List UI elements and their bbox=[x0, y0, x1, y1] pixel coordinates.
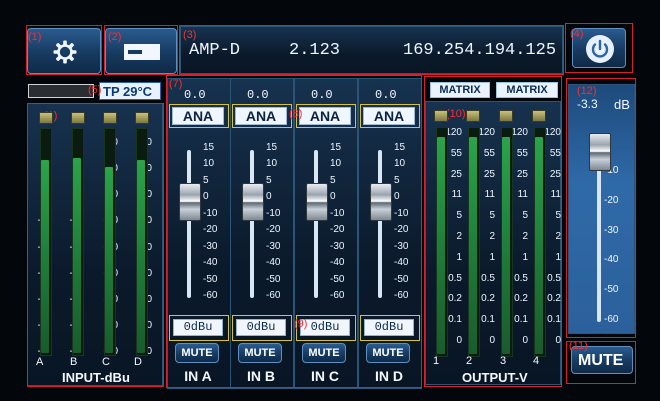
marker-9: (9) bbox=[294, 318, 308, 330]
master-scale-label: -60 bbox=[604, 314, 619, 325]
mixer-marker bbox=[166, 75, 422, 388]
output-title: OUTPUT-V bbox=[462, 370, 528, 385]
marker-10: (10) bbox=[446, 108, 466, 120]
master-scale-label: -30 bbox=[604, 224, 619, 236]
input-title: INPUT-dBu bbox=[62, 370, 130, 385]
master-scale-label: -50 bbox=[604, 284, 619, 296]
marker-1: (1) bbox=[28, 31, 42, 43]
marker-3: (3) bbox=[183, 29, 197, 41]
marker-11: (11) bbox=[569, 340, 588, 352]
output-meter-bar bbox=[469, 137, 477, 354]
input-channel-letter: B bbox=[70, 356, 78, 368]
input-channel-letter: C bbox=[102, 356, 110, 368]
input-meter-bar bbox=[137, 160, 145, 353]
marker-4: (4) bbox=[570, 28, 584, 40]
temperature-label: TP 29°C bbox=[103, 84, 153, 99]
input-clip-led bbox=[103, 112, 117, 124]
output-clip-led bbox=[499, 110, 513, 122]
temp-status-bar bbox=[28, 84, 94, 98]
output-meter-bar bbox=[437, 137, 445, 354]
device-info-marker bbox=[179, 25, 564, 75]
output-meter-bar bbox=[502, 137, 510, 354]
output-meter-bar bbox=[535, 137, 543, 354]
input-meter-bar bbox=[41, 160, 49, 353]
output-clip-led bbox=[532, 110, 546, 122]
input-channel-letter: D bbox=[134, 356, 142, 368]
input-clip-led bbox=[71, 112, 85, 124]
marker-7: (7) bbox=[169, 78, 183, 90]
output-channel-number: 1 bbox=[433, 355, 440, 367]
master-scale-label: -40 bbox=[604, 254, 619, 266]
output-clip-led bbox=[466, 110, 480, 122]
master-marker bbox=[566, 78, 636, 338]
input-clip-led bbox=[39, 112, 53, 124]
input-meter-bar bbox=[105, 167, 113, 353]
output-channel-number: 3 bbox=[500, 355, 507, 367]
master-unit: dB bbox=[614, 97, 630, 112]
input-channel-letter: A bbox=[36, 356, 44, 368]
input-clip-led bbox=[135, 112, 149, 124]
marker-8: (8) bbox=[289, 108, 303, 120]
master-value: -3.3 bbox=[577, 97, 598, 111]
output-clip-led bbox=[434, 110, 448, 122]
master-scale-label: -20 bbox=[604, 194, 619, 206]
marker-2: (2) bbox=[108, 31, 122, 43]
marker-12: (12) bbox=[577, 85, 597, 97]
marker-5: (5) bbox=[88, 84, 102, 96]
temperature-badge: TP 29°C bbox=[99, 82, 161, 100]
input-meter-bar bbox=[73, 158, 81, 353]
master-fader-knob[interactable] bbox=[589, 132, 611, 171]
output-channel-number: 4 bbox=[533, 355, 540, 367]
output-channel-number: 2 bbox=[466, 355, 473, 367]
